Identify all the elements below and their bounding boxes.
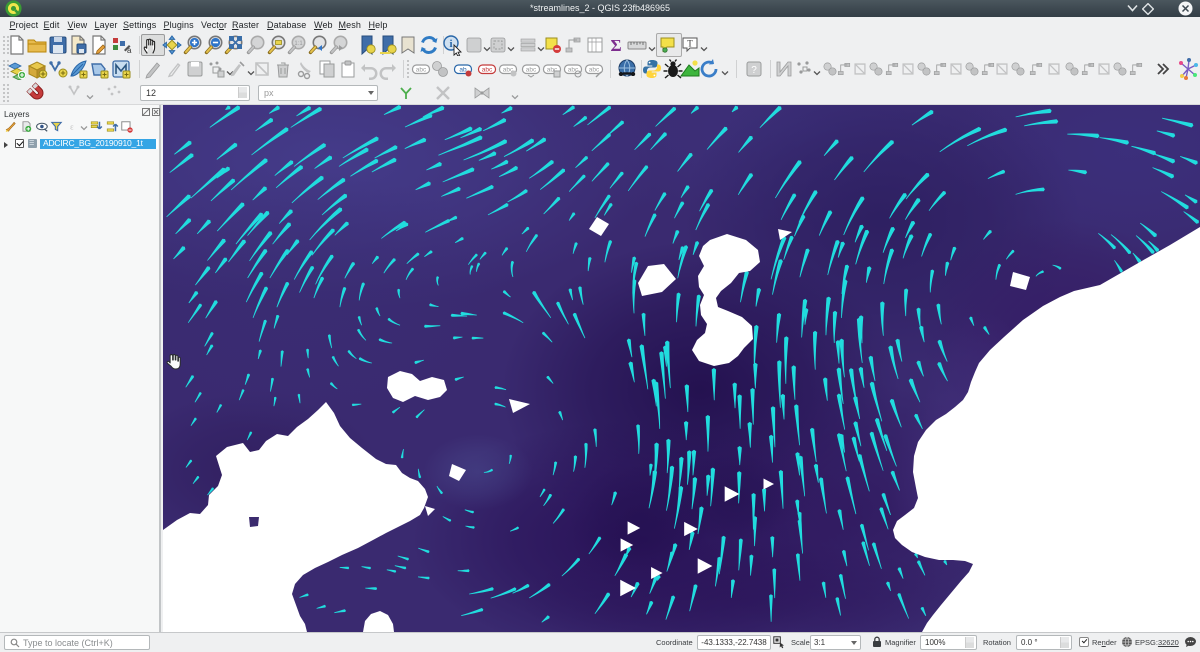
svg-text:ε: ε xyxy=(70,122,74,131)
svg-text:a: a xyxy=(127,46,132,55)
svg-text:abc: abc xyxy=(416,67,427,74)
svg-text:i: i xyxy=(449,38,452,50)
svg-text:abc: abc xyxy=(526,67,537,74)
svg-text:T: T xyxy=(687,39,693,49)
svg-text:abc: abc xyxy=(568,67,579,74)
svg-text:?: ? xyxy=(751,65,757,76)
svg-text:Σ: Σ xyxy=(610,36,621,55)
svg-text:abc: abc xyxy=(482,67,493,74)
svg-text:abc: abc xyxy=(589,67,600,74)
svg-text:1:1: 1:1 xyxy=(294,41,303,47)
